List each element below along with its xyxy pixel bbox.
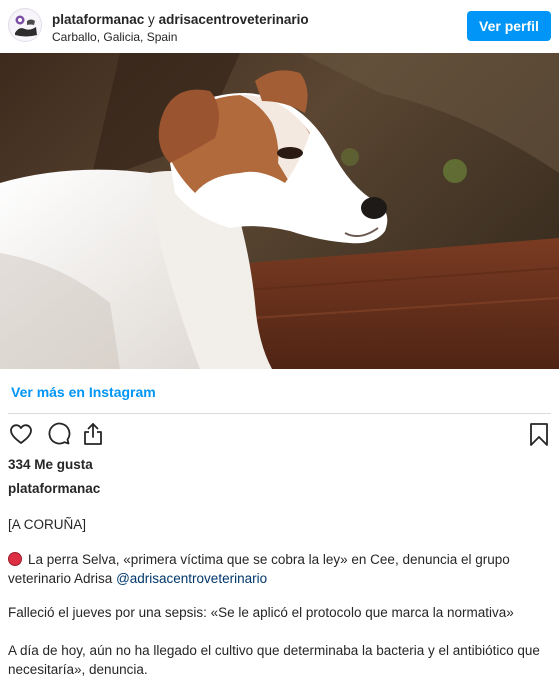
profile-avatar[interactable] bbox=[8, 8, 42, 42]
view-more-instagram-link[interactable]: Ver más en Instagram bbox=[11, 384, 156, 400]
likes-count[interactable]: 334 Me gusta bbox=[8, 457, 93, 472]
comment-button[interactable] bbox=[45, 421, 71, 447]
divider bbox=[8, 413, 551, 414]
bookmark-icon bbox=[530, 423, 548, 446]
username-link[interactable]: plataformanac bbox=[52, 12, 144, 27]
post-image[interactable] bbox=[0, 53, 559, 369]
comment-icon bbox=[48, 422, 71, 445]
collaborator-link[interactable]: adrisacentroveterinario bbox=[159, 12, 309, 27]
names-connector: y bbox=[148, 12, 155, 27]
share-icon bbox=[84, 423, 102, 445]
caption-paragraph-1: La perra Selva, «primera víctima que se … bbox=[8, 550, 553, 588]
view-profile-button[interactable]: Ver perfil bbox=[467, 11, 551, 41]
share-button[interactable] bbox=[80, 421, 106, 447]
heart-icon bbox=[10, 424, 32, 444]
account-names: plataformanac y adrisacentroveterinario bbox=[52, 12, 309, 28]
caption-paragraph-2: Falleció el jueves por una sepsis: «Se l… bbox=[8, 605, 514, 620]
mention-link[interactable]: @adrisacentroveterinario bbox=[116, 571, 267, 586]
caption-paragraph-3: A día de hoy, aún no ha llegado el culti… bbox=[8, 643, 540, 677]
red-circle-icon bbox=[8, 552, 22, 566]
post-header: plataformanac y adrisacentroveterinario … bbox=[0, 0, 559, 52]
post-author-link[interactable]: plataformanac bbox=[8, 481, 100, 496]
like-button[interactable] bbox=[8, 421, 34, 447]
plataforma-logo-icon bbox=[10, 10, 41, 41]
save-button[interactable] bbox=[526, 421, 552, 447]
post-location[interactable]: Carballo, Galicia, Spain bbox=[52, 30, 177, 44]
dog-photo-illustration bbox=[0, 53, 559, 369]
caption-location-tag: [A CORUÑA] bbox=[8, 517, 87, 532]
